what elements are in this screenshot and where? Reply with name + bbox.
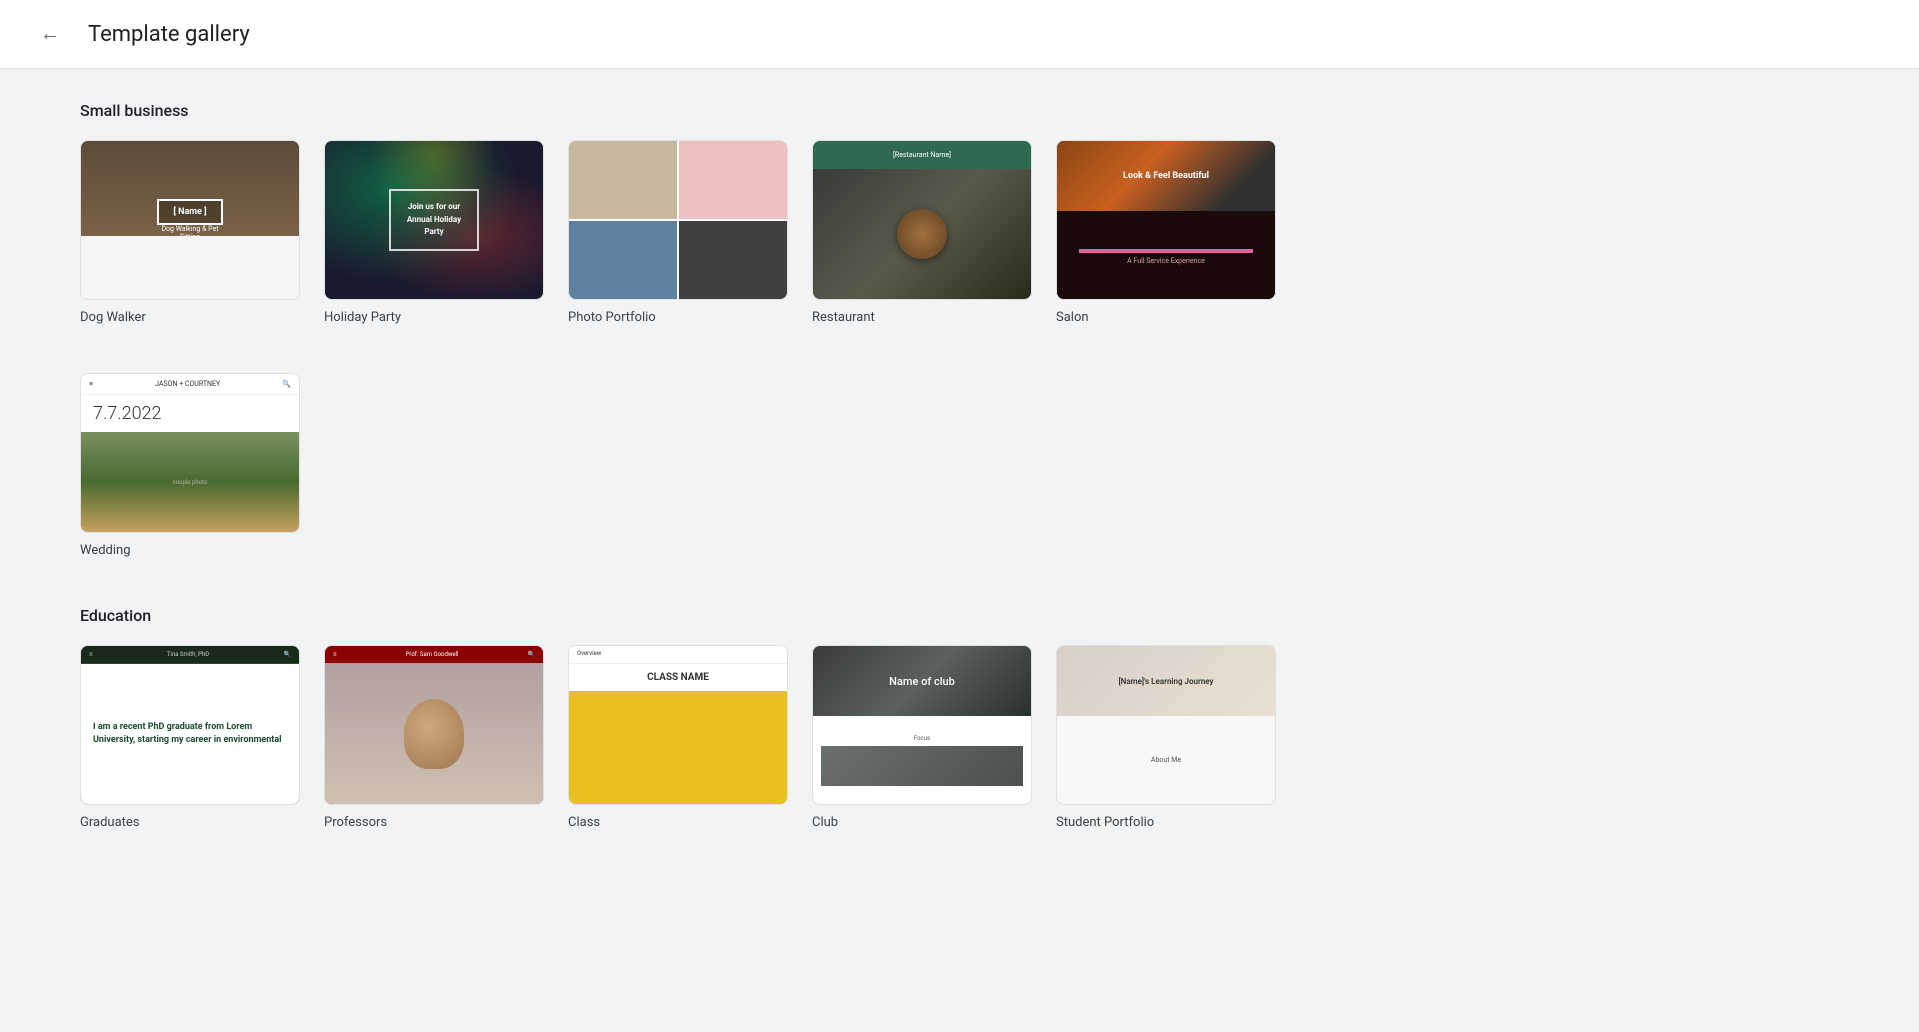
section-title-small-business: Small business: [80, 101, 1320, 120]
template-card-dog-walker[interactable]: [ Name ] Dog Walking & Pet Sitting Dog W…: [80, 140, 300, 325]
professors-search-icon: 🔍: [528, 651, 535, 658]
back-button[interactable]: ←: [32, 16, 68, 52]
dog-walker-sub2: Sitting: [180, 233, 200, 241]
graduates-name: Tina Smith, PhD: [167, 651, 209, 658]
template-name-professors: Professors: [324, 815, 544, 830]
graduates-nav: ≡ Tina Smith, PhD 🔍: [81, 646, 299, 664]
wedding-couple-img: couple photo: [81, 432, 299, 532]
template-thumbnail-photo: [568, 140, 788, 300]
template-thumbnail-student-portfolio: [Name]'s Learning Journey About Me: [1056, 645, 1276, 805]
professors-photo: [325, 663, 543, 804]
dog-walker-sub: Dog Walking & Pet: [161, 225, 218, 233]
sp-body-text: About Me: [1151, 756, 1181, 764]
section-small-business-row2: ≡ JASON + COURTNEY 🔍 7.7.2022 couple pho…: [80, 373, 1320, 558]
template-card-club[interactable]: Name of club Focus Club: [812, 645, 1032, 830]
section-education: Education ≡ Tina Smith, PhD 🔍 I am a rec…: [80, 606, 1320, 830]
professors-name: Prof. Sam Goodwell: [406, 651, 459, 658]
page-title: Template gallery: [88, 22, 250, 47]
template-card-restaurant[interactable]: [Restaurant Name] Restaurant: [812, 140, 1032, 325]
class-nav-bar: Overview: [569, 646, 787, 664]
salon-top-img: Look & Feel Beautiful: [1057, 141, 1275, 211]
template-card-professors[interactable]: ≡ Prof. Sam Goodwell 🔍 Professors: [324, 645, 544, 830]
food-circle: [897, 209, 947, 259]
template-thumbnail-restaurant: [Restaurant Name]: [812, 140, 1032, 300]
wedding-names: JASON + COURTNEY: [155, 380, 220, 388]
template-name-salon: Salon: [1056, 310, 1276, 325]
template-name-holiday-party: Holiday Party: [324, 310, 544, 325]
club-img-row: [821, 746, 1023, 786]
class-name-section: CLASS NAME: [569, 664, 787, 694]
photo-cell-1: [569, 141, 677, 219]
template-name-class: Class: [568, 815, 788, 830]
template-thumbnail-dog-walker: [ Name ] Dog Walking & Pet Sitting: [80, 140, 300, 300]
template-name-restaurant: Restaurant: [812, 310, 1032, 325]
salon-bottom: A Full Service Experience: [1057, 211, 1275, 299]
template-thumbnail-class: Overview CLASS NAME: [568, 645, 788, 805]
sp-title: [Name]'s Learning Journey: [1118, 677, 1213, 686]
template-card-salon[interactable]: Look & Feel Beautiful A Full Service Exp…: [1056, 140, 1276, 325]
graduates-search-icon: 🔍: [284, 651, 291, 658]
template-thumbnail-professors: ≡ Prof. Sam Goodwell 🔍: [324, 645, 544, 805]
template-name-club: Club: [812, 815, 1032, 830]
template-thumbnail-wedding: ≡ JASON + COURTNEY 🔍 7.7.2022 couple pho…: [80, 373, 300, 533]
restaurant-food-img: [813, 169, 1031, 299]
template-card-student-portfolio[interactable]: [Name]'s Learning Journey About Me Stude…: [1056, 645, 1276, 830]
photo-cell-4: [679, 221, 787, 299]
template-grid-small-business: [ Name ] Dog Walking & Pet Sitting Dog W…: [80, 140, 1320, 325]
photo-cell-3: [569, 221, 677, 299]
template-card-graduates[interactable]: ≡ Tina Smith, PhD 🔍 I am a recent PhD gr…: [80, 645, 300, 830]
app-header: ← Template gallery: [0, 0, 1919, 69]
class-body: [569, 694, 787, 804]
template-thumbnail-graduates: ≡ Tina Smith, PhD 🔍 I am a recent PhD gr…: [80, 645, 300, 805]
template-name-wedding: Wedding: [80, 543, 300, 558]
photo-cell-2: [679, 141, 787, 219]
wedding-search-icon: 🔍: [282, 380, 291, 388]
template-card-holiday-party[interactable]: Join us for our Annual Holiday Party Hol…: [324, 140, 544, 325]
template-thumbnail-holiday: Join us for our Annual Holiday Party: [324, 140, 544, 300]
section-title-education: Education: [80, 606, 1320, 625]
template-card-class[interactable]: Overview CLASS NAME Class: [568, 645, 788, 830]
club-focus-label: Focus: [914, 735, 930, 742]
wedding-date: 7.7.2022: [81, 395, 299, 432]
template-grid-wedding: ≡ JASON + COURTNEY 🔍 7.7.2022 couple pho…: [80, 373, 1320, 558]
professors-nav-icon: ≡: [333, 651, 337, 658]
template-card-photo-portfolio[interactable]: Photo Portfolio: [568, 140, 788, 325]
club-header: Name of club: [813, 646, 1031, 716]
wedding-nav-icon: ≡: [89, 380, 93, 388]
graduates-nav-icon: ≡: [89, 651, 93, 658]
graduates-body-text: I am a recent PhD graduate from Lorem Un…: [81, 664, 299, 804]
professors-face: [404, 699, 464, 769]
template-card-wedding[interactable]: ≡ JASON + COURTNEY 🔍 7.7.2022 couple pho…: [80, 373, 300, 558]
holiday-text: Join us for our Annual Holiday Party: [389, 189, 479, 251]
sp-header: [Name]'s Learning Journey: [1057, 646, 1275, 716]
template-name-photo-portfolio: Photo Portfolio: [568, 310, 788, 325]
salon-pink-bar: [1079, 249, 1253, 253]
sp-body: About Me: [1057, 716, 1275, 804]
template-thumbnail-salon: Look & Feel Beautiful A Full Service Exp…: [1056, 140, 1276, 300]
section-small-business: Small business [ Name ] Dog Walking & Pe…: [80, 101, 1320, 325]
back-icon: ←: [40, 23, 60, 46]
template-name-student-portfolio: Student Portfolio: [1056, 815, 1276, 830]
restaurant-name-bar: [Restaurant Name]: [813, 141, 1031, 169]
template-grid-education: ≡ Tina Smith, PhD 🔍 I am a recent PhD gr…: [80, 645, 1320, 830]
template-name-graduates: Graduates: [80, 815, 300, 830]
club-body: Focus: [813, 716, 1031, 804]
template-name-dog-walker: Dog Walker: [80, 310, 300, 325]
professors-nav: ≡ Prof. Sam Goodwell 🔍: [325, 646, 543, 663]
wedding-nav: ≡ JASON + COURTNEY 🔍: [81, 374, 299, 395]
template-thumbnail-club: Name of club Focus: [812, 645, 1032, 805]
dog-walker-name: [ Name ]: [157, 199, 222, 225]
